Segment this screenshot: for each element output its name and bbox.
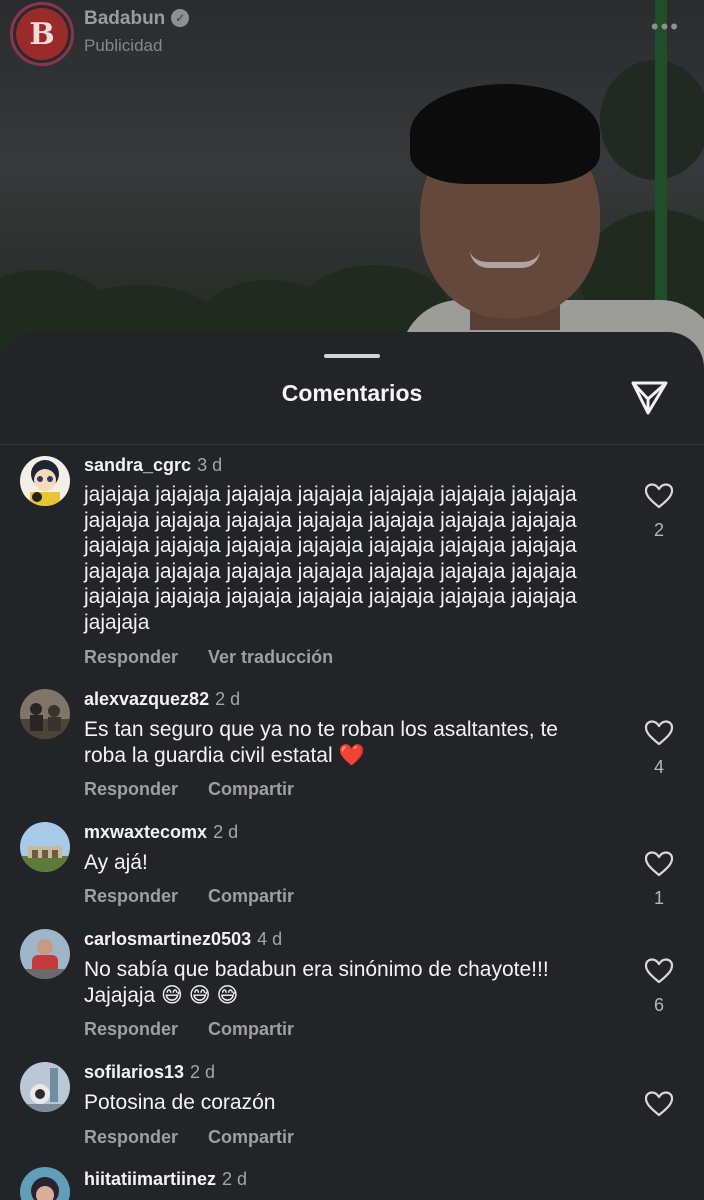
comment-text-line: jajajaja jajajaja jajajaja jajajaja jaja… <box>84 508 577 532</box>
like-count: 6 <box>653 995 664 1015</box>
heart-icon[interactable] <box>644 482 674 510</box>
comment-time: 3 d <box>197 455 223 475</box>
reply-button[interactable]: Responder <box>84 1127 178 1147</box>
like-count: 1 <box>653 888 664 908</box>
comment-username[interactable]: sandra_cgrc <box>84 455 191 475</box>
comment-text-line: Es tan seguro que ya no te roban los asa… <box>84 718 558 741</box>
comment-header: sofilarios13 2 d <box>84 1062 215 1083</box>
comment-text-line: jajajaja jajajaja jajajaja jajajaja jaja… <box>84 534 577 557</box>
comment-text-line: jajajaja jajajaja jajajaja jajajaja jaja… <box>84 559 577 583</box>
reply-button[interactable]: Responder <box>84 1019 178 1039</box>
like-count: 2 <box>653 520 664 540</box>
comment-username[interactable]: mxwaxtecomx <box>84 822 207 842</box>
comment-header: sandra_cgrc 3 d <box>84 455 222 476</box>
comment-text-line: jajajaja jajajaja jajajaja jajajaja jaja… <box>84 585 577 608</box>
sponsored-label: Publicidad <box>84 36 163 55</box>
comment-actions: Responder Compartir <box>84 1019 324 1040</box>
comment-username[interactable]: alexvazquez82 <box>84 689 209 709</box>
comment-header: mxwaxtecomx 2 d <box>84 822 238 843</box>
comment-username[interactable]: hiitatiimartiinez <box>84 1169 216 1189</box>
sheet-divider <box>0 444 704 445</box>
post-header: B Badabun ✓ Publicidad ••• <box>0 0 704 70</box>
comment-time: 4 d <box>257 929 283 949</box>
heart-icon[interactable] <box>644 719 674 747</box>
comment-text-line: jajajaja jajajaja jajajaja jajajaja jaja… <box>84 483 577 506</box>
sheet-title: Comentarios <box>281 380 423 406</box>
comment-header: alexvazquez82 2 d <box>84 689 240 710</box>
commenter-avatar[interactable] <box>20 929 70 979</box>
share-button[interactable]: Compartir <box>208 886 294 906</box>
comment-username[interactable]: sofilarios13 <box>84 1062 184 1082</box>
comment-actions: Responder Ver traducción <box>84 647 363 668</box>
heart-icon[interactable] <box>644 957 674 985</box>
comment-header: carlosmartinez0503 4 d <box>84 929 282 950</box>
reply-button[interactable]: Responder <box>84 886 178 906</box>
sheet-grabber-handle[interactable] <box>324 354 380 358</box>
comment-actions: Responder Compartir <box>84 886 324 907</box>
comment-text: Es tan seguro que ya no te roban los asa… <box>84 717 624 768</box>
comment-username[interactable]: carlosmartinez0503 <box>84 929 251 949</box>
comment-time: 2 d <box>222 1169 248 1189</box>
reply-button[interactable]: Responder <box>84 647 178 667</box>
account-name-row[interactable]: Badabun ✓ <box>84 8 190 30</box>
comment-text: No sabía que badabun era sinónimo de cha… <box>84 957 624 1008</box>
comment-text: Ay ajá! <box>84 850 624 876</box>
more-options-icon[interactable]: ••• <box>651 14 680 40</box>
comment-header: hiitatiimartiinez 2 d <box>84 1169 247 1190</box>
comment-time: 2 d <box>215 689 241 709</box>
account-name[interactable]: Badabun <box>84 8 165 29</box>
comment-text-line: No sabía que badabun era sinónimo de cha… <box>84 958 549 981</box>
comment-text-line: Potosina de corazón <box>84 1091 276 1114</box>
reply-button[interactable]: Responder <box>84 779 178 799</box>
verified-badge-icon: ✓ <box>171 9 190 27</box>
comment-actions: Responder Compartir <box>84 779 324 800</box>
comment-time: 2 d <box>213 822 239 842</box>
comment-text-line: Jajajaja 😅 😅 😅 <box>84 983 239 1007</box>
share-button[interactable]: Compartir <box>208 779 294 799</box>
comment-text-line: jajajaja <box>84 610 150 634</box>
commenter-avatar[interactable] <box>20 689 70 739</box>
share-button[interactable]: Compartir <box>208 1019 294 1039</box>
comment-actions: Responder Compartir <box>84 1127 324 1148</box>
see-translation-button[interactable]: Ver traducción <box>208 647 333 667</box>
heart-icon[interactable] <box>644 850 674 878</box>
heart-icon[interactable] <box>644 1090 674 1118</box>
commenter-avatar[interactable] <box>20 1167 70 1200</box>
send-icon[interactable] <box>628 374 672 418</box>
commenter-avatar[interactable] <box>20 1062 70 1112</box>
comment-text: jajajaja jajajaja jajajaja jajajaja jaja… <box>84 482 624 635</box>
comment-time: 2 d <box>190 1062 216 1082</box>
account-avatar[interactable]: B <box>10 2 74 66</box>
comments-sheet: Comentarios sandra_cgrc3 d jajajaja jaj <box>0 332 704 1200</box>
commenter-avatar[interactable] <box>20 456 70 506</box>
like-count: 4 <box>653 757 664 777</box>
account-logo-letter: B <box>16 8 68 60</box>
commenter-avatar[interactable] <box>20 822 70 872</box>
comment-text-line: roba la guardia civil estatal ❤️ <box>84 743 365 767</box>
comment-text-line: Ay ajá! <box>84 851 148 874</box>
share-button[interactable]: Compartir <box>208 1127 294 1147</box>
comment-text: Potosina de corazón <box>84 1090 624 1116</box>
